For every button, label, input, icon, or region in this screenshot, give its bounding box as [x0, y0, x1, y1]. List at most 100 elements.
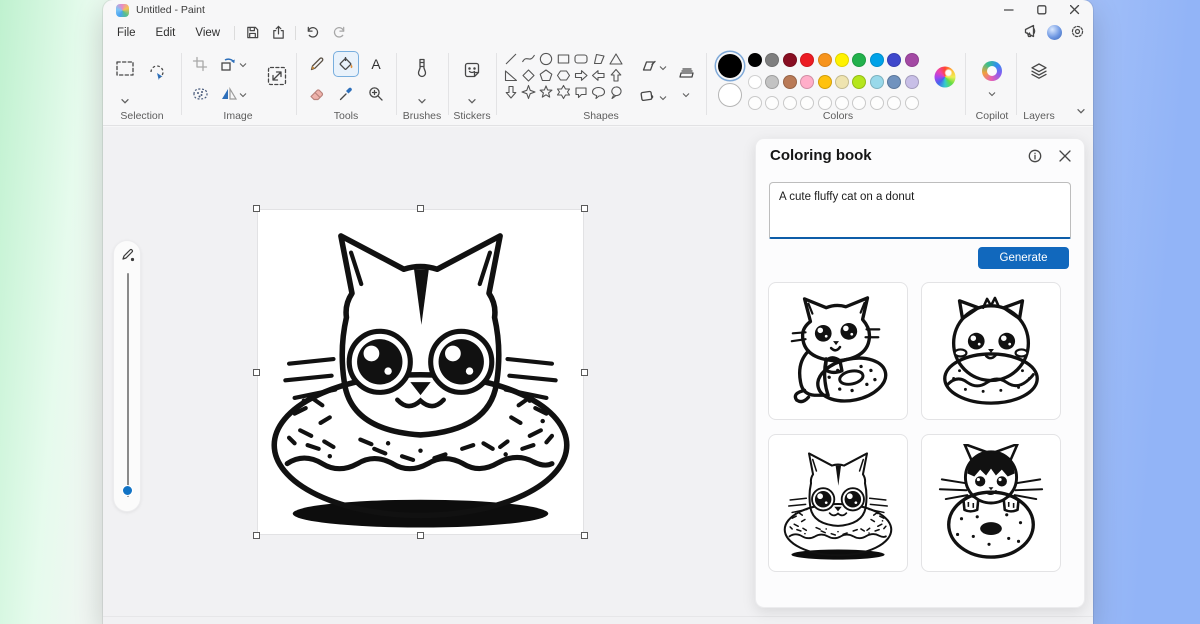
titlebar: Untitled - Paint [103, 0, 1093, 20]
color-swatch[interactable] [765, 75, 780, 89]
save-icon[interactable] [239, 23, 265, 43]
window-title: Untitled - Paint [136, 4, 205, 16]
info-icon[interactable] [1026, 147, 1044, 165]
thumbnail-option-1[interactable] [768, 282, 908, 420]
color-swatch[interactable] [748, 96, 762, 110]
color-swatch[interactable] [852, 96, 867, 110]
canvas-selection[interactable] [253, 205, 588, 539]
magnifier-icon[interactable] [368, 86, 385, 103]
slider-handle[interactable] [121, 485, 133, 496]
color-swatch[interactable] [852, 75, 867, 89]
section-label-shapes: Shapes [583, 110, 619, 122]
stickers-chevron[interactable] [468, 98, 477, 104]
color-swatch[interactable] [800, 53, 815, 67]
color-swatch[interactable] [869, 75, 884, 89]
color-swatch[interactable] [748, 75, 762, 89]
copilot-badge-icon[interactable] [1047, 25, 1062, 40]
thumbnail-option-3[interactable] [768, 434, 908, 572]
generate-button[interactable]: Generate [978, 247, 1069, 269]
section-label-colors: Colors [822, 110, 854, 122]
slider-track[interactable] [127, 273, 129, 497]
thumbnail-option-4[interactable] [921, 434, 1061, 572]
section-label-brushes: Brushes [402, 110, 442, 122]
flip-icon[interactable] [220, 86, 238, 102]
fill-tool-icon[interactable] [338, 56, 355, 73]
color-swatch[interactable] [835, 53, 849, 67]
color-swatch[interactable] [852, 53, 867, 67]
ribbon-collapse-chevron[interactable] [1077, 108, 1086, 114]
color-swatch[interactable] [782, 96, 797, 110]
rotate-chevron[interactable] [239, 63, 247, 68]
undo-icon[interactable] [300, 23, 326, 43]
layers-icon[interactable] [1029, 61, 1049, 81]
free-select-icon[interactable] [147, 62, 167, 82]
feedback-icon[interactable] [1023, 23, 1039, 42]
flip-chevron[interactable] [239, 93, 247, 98]
eraser-icon[interactable] [309, 86, 326, 103]
color-swatch[interactable] [765, 53, 780, 67]
color-swatch[interactable] [835, 75, 849, 89]
color-swatch[interactable] [782, 53, 797, 67]
text-tool-icon[interactable]: A [371, 56, 380, 72]
rect-select-icon[interactable] [114, 58, 136, 80]
panel-close-icon[interactable] [1056, 147, 1074, 165]
size-slider[interactable] [113, 240, 141, 512]
minimize-button[interactable] [992, 0, 1025, 20]
color-swatch[interactable] [869, 96, 884, 110]
resize-icon[interactable] [266, 65, 288, 87]
color-swatch[interactable] [887, 75, 902, 89]
shape-outline-icon[interactable] [639, 59, 658, 74]
color-swatch[interactable] [748, 53, 762, 67]
share-icon[interactable] [265, 23, 291, 43]
outline-chevron[interactable] [659, 66, 667, 71]
menubar: File Edit View [103, 20, 1093, 45]
section-label-tools: Tools [333, 110, 359, 122]
sticker-icon[interactable] [463, 61, 482, 80]
color-swatch[interactable] [904, 53, 919, 67]
color-swatch[interactable] [887, 53, 902, 67]
eyedropper-icon[interactable] [338, 86, 355, 103]
shape-stack-icon[interactable] [676, 64, 696, 82]
settings-gear-icon[interactable] [1070, 24, 1085, 42]
color-swatch[interactable] [869, 53, 884, 67]
color-swatch[interactable] [904, 75, 919, 89]
copilot-chevron[interactable] [988, 92, 996, 97]
edit-colors-icon[interactable] [934, 66, 956, 88]
panel-title: Coloring book [770, 147, 872, 164]
brush-icon[interactable] [414, 58, 430, 82]
shapes-grid[interactable] [503, 51, 627, 107]
pencil-icon[interactable] [309, 56, 326, 73]
color-swatch[interactable] [800, 96, 815, 110]
coloring-book-panel: Coloring book A cute fluffy cat on a don… [755, 138, 1085, 608]
secondary-color-swatch[interactable] [718, 83, 742, 107]
color-swatch[interactable] [835, 96, 849, 110]
color-swatch[interactable] [904, 96, 919, 110]
section-label-copilot: Copilot [975, 110, 1009, 122]
color-swatch[interactable] [817, 75, 832, 89]
color-swatch[interactable] [800, 75, 815, 89]
color-swatch[interactable] [765, 96, 780, 110]
fill-chevron[interactable] [659, 96, 667, 101]
color-swatch[interactable] [817, 53, 832, 67]
paint-app-icon [116, 3, 129, 17]
color-swatch[interactable] [887, 96, 902, 110]
rotate-icon[interactable] [220, 56, 238, 72]
color-swatch[interactable] [817, 96, 832, 110]
copilot-icon[interactable] [982, 61, 1002, 81]
close-button[interactable] [1058, 0, 1091, 20]
magic-select-icon[interactable] [191, 86, 209, 102]
thumbnail-option-2[interactable] [921, 282, 1061, 420]
brushes-chevron[interactable] [418, 98, 427, 104]
generated-image[interactable] [258, 210, 583, 534]
ribbon: Selection Image A Tools Brushes Stickers… [103, 45, 1093, 126]
prompt-input[interactable]: A cute fluffy cat on a donut [769, 182, 1071, 239]
selection-dropdown-chevron[interactable] [121, 98, 130, 104]
stack-chevron[interactable] [682, 93, 690, 98]
menu-edit[interactable]: Edit [146, 24, 186, 42]
primary-color-swatch[interactable] [718, 54, 742, 78]
maximize-button[interactable] [1025, 0, 1058, 20]
menu-view[interactable]: View [185, 24, 230, 42]
color-swatch[interactable] [782, 75, 797, 89]
shape-fill-icon[interactable] [639, 89, 657, 103]
menu-file[interactable]: File [107, 24, 146, 42]
